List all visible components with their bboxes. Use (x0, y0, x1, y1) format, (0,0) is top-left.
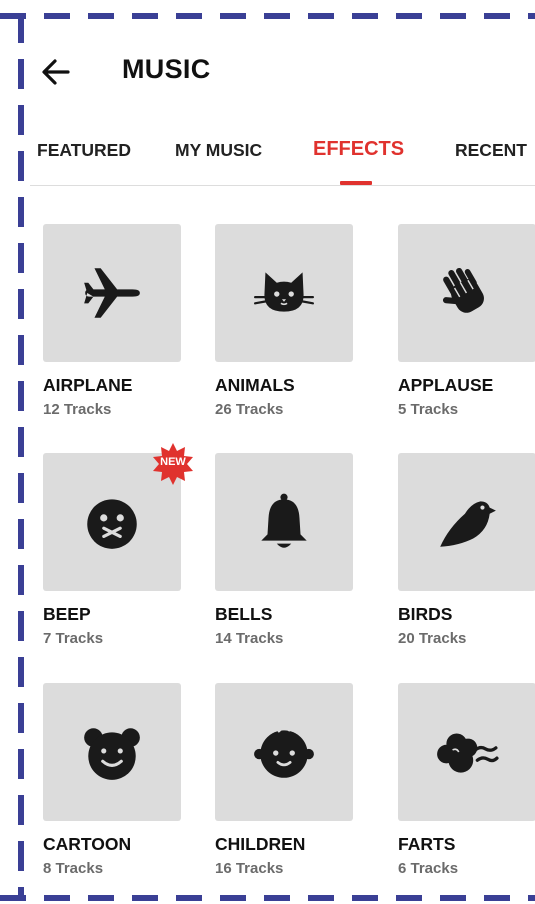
effect-track-count: 7 Tracks (43, 630, 104, 647)
effect-card-cartoon[interactable]: CARTOON 8 Tracks (43, 683, 183, 879)
bell-icon (261, 493, 307, 548)
effect-name: BEEP (43, 604, 91, 624)
effect-name: AIRPLANE (43, 375, 133, 395)
effect-name: FARTS (398, 834, 456, 854)
effects-grid: AIRPLANE 12 Tracks ANIMALS 26 Tracks APP… (0, 0, 535, 904)
cat-icon (253, 272, 315, 312)
new-badge: NEW (150, 441, 196, 487)
effect-name: APPLAUSE (398, 375, 494, 395)
effect-track-count: 14 Tracks (215, 630, 284, 647)
bear-icon (84, 728, 140, 780)
effect-track-count: 26 Tracks (215, 401, 284, 418)
effect-tile (398, 683, 535, 821)
baby-face-icon (254, 726, 314, 778)
effect-name: CHILDREN (215, 834, 306, 854)
effect-name: BIRDS (398, 604, 453, 624)
effect-tile (43, 224, 181, 362)
new-badge-label: NEW (160, 456, 186, 468)
effect-track-count: 5 Tracks (398, 401, 459, 418)
effect-card-beep[interactable]: NEW BEEP 7 Tracks (43, 443, 193, 649)
censored-face-icon (87, 499, 137, 549)
effect-track-count: 12 Tracks (43, 401, 112, 418)
effect-track-count: 8 Tracks (43, 860, 104, 877)
effect-tile (398, 224, 535, 362)
effect-track-count: 20 Tracks (398, 630, 467, 647)
effect-card-applause[interactable]: APPLAUSE 5 Tracks (398, 224, 535, 420)
effect-name: CARTOON (43, 834, 132, 854)
clapping-hand-icon (442, 267, 484, 313)
effect-track-count: 16 Tracks (215, 860, 284, 877)
effect-card-birds[interactable]: BIRDS 20 Tracks (398, 453, 535, 649)
fart-cloud-icon (437, 733, 499, 773)
effect-card-animals[interactable]: ANIMALS 26 Tracks (215, 224, 355, 420)
effect-card-bells[interactable]: BELLS 14 Tracks (215, 453, 355, 649)
effect-name: BELLS (215, 604, 273, 624)
effect-tile (215, 453, 353, 591)
effect-card-airplane[interactable]: AIRPLANE 12 Tracks (43, 224, 183, 420)
effect-tile (398, 453, 535, 591)
airplane-icon (84, 268, 140, 318)
effect-name: ANIMALS (215, 375, 295, 395)
effect-tile (215, 224, 353, 362)
effect-tile (43, 683, 181, 821)
effect-card-farts[interactable]: FARTS 6 Tracks (398, 683, 535, 879)
effect-track-count: 6 Tracks (398, 860, 459, 877)
effect-tile (215, 683, 353, 821)
bird-icon (440, 501, 496, 547)
effect-card-children[interactable]: CHILDREN 16 Tracks (215, 683, 355, 879)
